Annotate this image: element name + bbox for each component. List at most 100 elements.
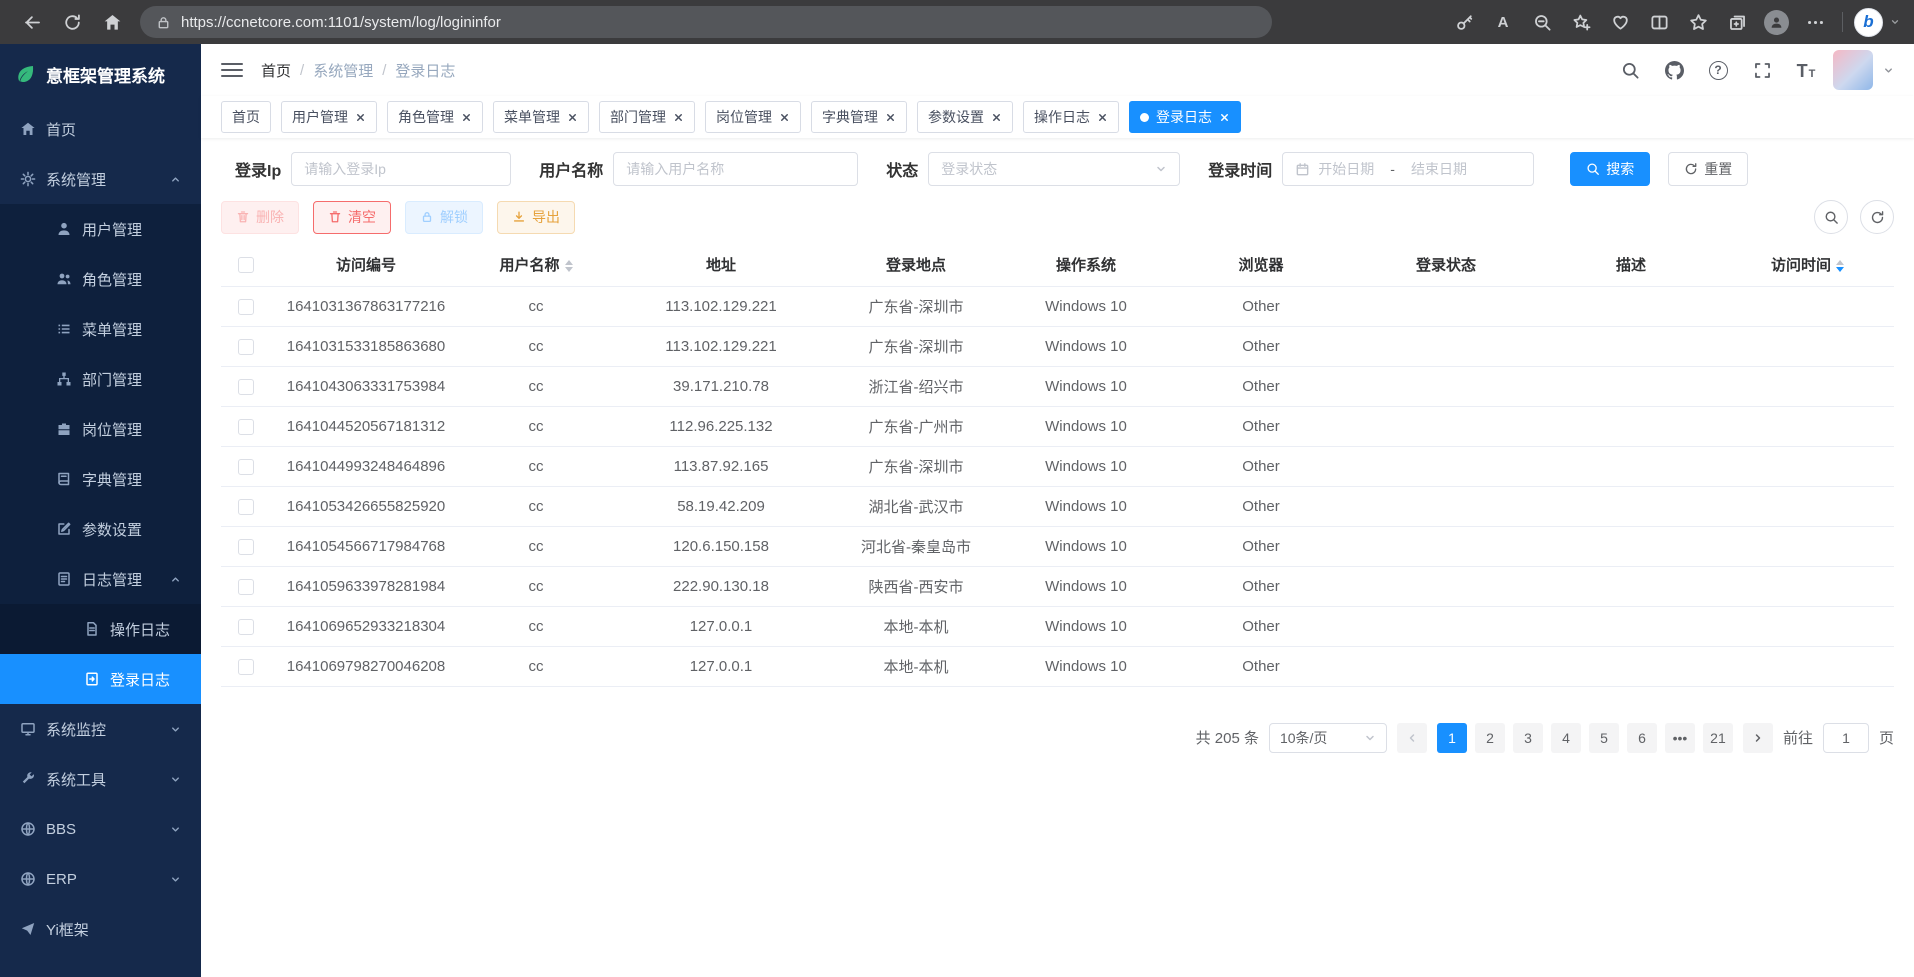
sidebar-item-erp[interactable]: ERP: [0, 854, 201, 904]
row-checkbox[interactable]: [238, 419, 254, 435]
row-checkbox[interactable]: [238, 619, 254, 635]
tab-close-icon[interactable]: [673, 112, 684, 123]
unlock-button[interactable]: 解锁: [405, 201, 483, 234]
sidebar-item-log-management[interactable]: 日志管理: [0, 554, 201, 604]
page-button[interactable]: 4: [1551, 723, 1581, 753]
tab-close-icon[interactable]: [355, 112, 366, 123]
tab[interactable]: 岗位管理: [705, 101, 801, 133]
sidebar-item-home[interactable]: 首页: [0, 104, 201, 154]
sort-icon[interactable]: [1836, 260, 1844, 272]
row-checkbox[interactable]: [238, 299, 254, 315]
tab[interactable]: 部门管理: [599, 101, 695, 133]
overflow-caret-icon[interactable]: [1890, 17, 1900, 27]
sidebar-item-post-management[interactable]: 岗位管理: [0, 404, 201, 454]
table-row[interactable]: 1641054566717984768 cc 120.6.150.158 河北省…: [221, 526, 1894, 566]
page-button[interactable]: 21: [1703, 723, 1733, 753]
tab[interactable]: 参数设置: [917, 101, 1013, 133]
read-aloud-icon[interactable]: A: [1487, 6, 1519, 38]
tab[interactable]: 首页: [221, 101, 271, 133]
sort-icon[interactable]: [565, 260, 573, 272]
col-access-time[interactable]: 访问时间: [1721, 244, 1894, 286]
zoom-out-icon[interactable]: [1526, 6, 1558, 38]
github-icon[interactable]: [1657, 53, 1691, 87]
sidebar-item-menu-management[interactable]: 菜单管理: [0, 304, 201, 354]
browser-home-icon[interactable]: [94, 4, 130, 40]
page-button[interactable]: 1: [1437, 723, 1467, 753]
search-button[interactable]: 搜索: [1570, 152, 1650, 186]
sidebar-item-system-tools[interactable]: 系统工具: [0, 754, 201, 804]
tab-close-icon[interactable]: [567, 112, 578, 123]
sidebar-toggle[interactable]: [221, 63, 243, 77]
table-row[interactable]: 1641069652933218304 cc 127.0.0.1 本地-本机 W…: [221, 606, 1894, 646]
tab[interactable]: 角色管理: [387, 101, 483, 133]
goto-page-input[interactable]: [1823, 723, 1869, 753]
help-icon[interactable]: ?: [1701, 53, 1735, 87]
sidebar-item-dictionary-management[interactable]: 字典管理: [0, 454, 201, 504]
password-key-icon[interactable]: [1448, 6, 1480, 38]
status-select[interactable]: 登录状态: [928, 152, 1180, 186]
select-all-checkbox[interactable]: [238, 257, 254, 273]
page-button[interactable]: 2: [1475, 723, 1505, 753]
tab-close-icon[interactable]: [461, 112, 472, 123]
sidebar-item-parameter-settings[interactable]: 参数设置: [0, 504, 201, 554]
tab[interactable]: 操作日志: [1023, 101, 1119, 133]
avatar-caret-icon[interactable]: [1883, 65, 1894, 76]
page-button[interactable]: 3: [1513, 723, 1543, 753]
next-page-button[interactable]: [1743, 723, 1773, 753]
page-button[interactable]: •••: [1665, 723, 1695, 753]
table-row[interactable]: 1641053426655825920 cc 58.19.42.209 湖北省-…: [221, 486, 1894, 526]
tab[interactable]: 登录日志: [1129, 101, 1241, 133]
table-row[interactable]: 1641031533185863680 cc 113.102.129.221 广…: [221, 326, 1894, 366]
col-username[interactable]: 用户名称: [461, 244, 611, 286]
row-checkbox[interactable]: [238, 659, 254, 675]
table-row[interactable]: 1641043063331753984 cc 39.171.210.78 浙江省…: [221, 366, 1894, 406]
page-button[interactable]: 5: [1589, 723, 1619, 753]
sidebar-item-bbs[interactable]: BBS: [0, 804, 201, 854]
sidebar-item-yi-framework[interactable]: Yi框架: [0, 904, 201, 954]
sidebar-item-department-management[interactable]: 部门管理: [0, 354, 201, 404]
user-avatar[interactable]: [1833, 50, 1873, 90]
browser-essentials-icon[interactable]: [1604, 6, 1636, 38]
login-ip-input[interactable]: [291, 152, 511, 186]
page-size-select[interactable]: 10条/页: [1269, 723, 1387, 753]
row-checkbox[interactable]: [238, 539, 254, 555]
fullscreen-icon[interactable]: [1745, 53, 1779, 87]
tab-close-icon[interactable]: [991, 112, 1002, 123]
tab-close-icon[interactable]: [779, 112, 790, 123]
tab-close-icon[interactable]: [1219, 112, 1230, 123]
clear-button[interactable]: 清空: [313, 201, 391, 234]
reset-button[interactable]: 重置: [1668, 152, 1748, 186]
sidebar-item-system-monitoring[interactable]: 系统监控: [0, 704, 201, 754]
export-button[interactable]: 导出: [497, 201, 575, 234]
sidebar-item-role-management[interactable]: 角色管理: [0, 254, 201, 304]
row-checkbox[interactable]: [238, 499, 254, 515]
table-row[interactable]: 1641059633978281984 cc 222.90.130.18 陕西省…: [221, 566, 1894, 606]
toggle-search-icon[interactable]: [1814, 200, 1848, 234]
favorites-icon[interactable]: [1682, 6, 1714, 38]
sidebar-item-operation-log[interactable]: 操作日志: [0, 604, 201, 654]
delete-button[interactable]: 删除: [221, 201, 299, 234]
collections-icon[interactable]: [1721, 6, 1753, 38]
row-checkbox[interactable]: [238, 339, 254, 355]
page-button[interactable]: 6: [1627, 723, 1657, 753]
tab-close-icon[interactable]: [1097, 112, 1108, 123]
table-row[interactable]: 1641044520567181312 cc 112.96.225.132 广东…: [221, 406, 1894, 446]
row-checkbox[interactable]: [238, 379, 254, 395]
browser-back-icon[interactable]: [14, 4, 50, 40]
table-row[interactable]: 1641069798270046208 cc 127.0.0.1 本地-本机 W…: [221, 646, 1894, 686]
font-size-icon[interactable]: TT: [1789, 53, 1823, 87]
tab[interactable]: 用户管理: [281, 101, 377, 133]
table-row[interactable]: 1641031367863177216 cc 113.102.129.221 广…: [221, 286, 1894, 326]
table-row[interactable]: 1641044993248464896 cc 113.87.92.165 广东省…: [221, 446, 1894, 486]
row-checkbox[interactable]: [238, 459, 254, 475]
profile-icon[interactable]: [1760, 6, 1792, 38]
refresh-table-icon[interactable]: [1860, 200, 1894, 234]
tab[interactable]: 菜单管理: [493, 101, 589, 133]
row-checkbox[interactable]: [238, 579, 254, 595]
username-input[interactable]: [613, 152, 858, 186]
add-favorite-icon[interactable]: [1565, 6, 1597, 38]
split-screen-icon[interactable]: [1643, 6, 1675, 38]
tab-close-icon[interactable]: [885, 112, 896, 123]
sidebar-item-system-management[interactable]: 系统管理: [0, 154, 201, 204]
more-menu-icon[interactable]: [1799, 6, 1831, 38]
